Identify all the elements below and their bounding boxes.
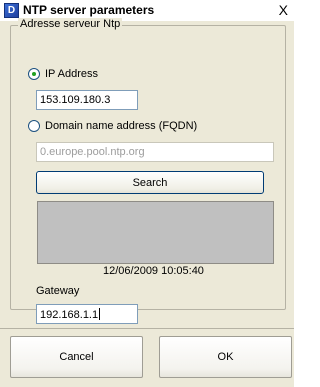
cancel-button[interactable]: Cancel bbox=[10, 336, 143, 378]
ip-address-input[interactable]: 153.109.180.3 bbox=[36, 90, 138, 110]
footer-separator bbox=[0, 328, 294, 329]
fqdn-value: 0.europe.pool.ntp.org bbox=[40, 146, 145, 158]
search-button[interactable]: Search bbox=[36, 171, 264, 194]
cancel-button-label: Cancel bbox=[59, 351, 94, 363]
current-datetime: 12/06/2009 10:05:40 bbox=[103, 265, 204, 277]
ok-button[interactable]: OK bbox=[159, 336, 292, 378]
results-display-box bbox=[37, 201, 274, 264]
text-caret bbox=[99, 308, 101, 320]
gateway-input[interactable]: 192.168.1.1 bbox=[36, 304, 138, 324]
ip-address-value: 153.109.180.3 bbox=[40, 94, 111, 106]
app-icon: D bbox=[4, 3, 19, 18]
fqdn-option[interactable]: Domain name address (FQDN) bbox=[28, 120, 197, 132]
ip-address-option[interactable]: IP Address bbox=[28, 68, 98, 80]
gateway-value: 192.168.1.1 bbox=[40, 309, 99, 321]
fqdn-input[interactable]: 0.europe.pool.ntp.org bbox=[36, 142, 274, 162]
gateway-label: Gateway bbox=[36, 285, 80, 297]
ip-address-radio[interactable] bbox=[28, 68, 40, 80]
ok-button-label: OK bbox=[217, 351, 234, 363]
close-icon[interactable]: X bbox=[279, 1, 288, 19]
ip-address-label: IP Address bbox=[45, 68, 98, 80]
fqdn-label: Domain name address (FQDN) bbox=[45, 120, 198, 132]
group-legend: Adresse serveur Ntp bbox=[18, 18, 123, 30]
fqdn-radio[interactable] bbox=[28, 120, 40, 132]
window-title: NTP server parameters bbox=[23, 3, 155, 17]
search-button-label: Search bbox=[132, 176, 168, 189]
